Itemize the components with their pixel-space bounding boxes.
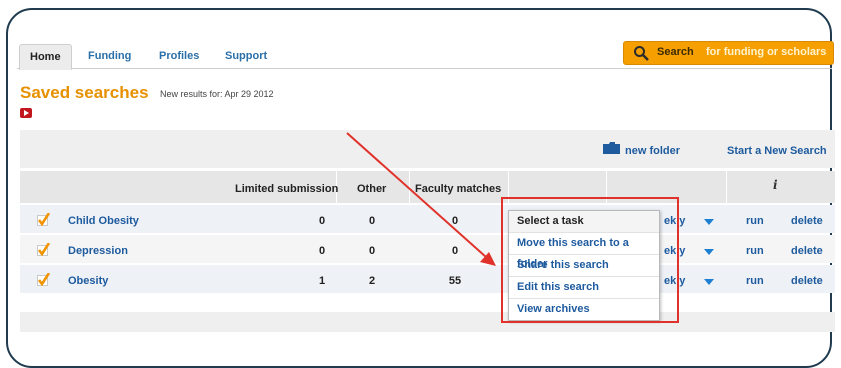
annotation-arrow [346,132,496,266]
